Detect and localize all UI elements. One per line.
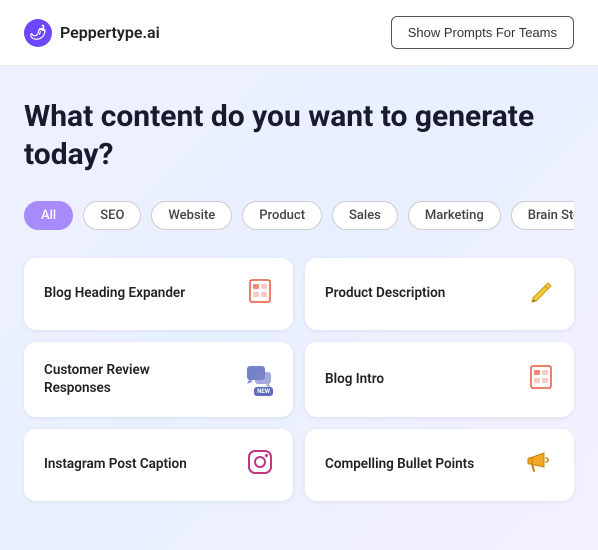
card-title: Customer Review Responses [44,362,204,397]
app-header: 🌶 Peppertype.ai Show Prompts For Teams [0,0,598,66]
card-bullet-points[interactable]: Compelling Bullet Points [305,429,574,501]
card-blog-intro[interactable]: Blog Intro [305,342,574,417]
chat-icon: NEW [245,364,273,396]
card-customer-review[interactable]: Customer Review Responses NEW [24,342,293,417]
card-blog-heading[interactable]: Blog Heading Expander [24,258,293,330]
instagram-icon [247,449,273,481]
megaphone-icon [526,449,554,481]
logo-area: 🌶 Peppertype.ai [24,19,160,47]
card-title: Blog Intro [325,371,384,389]
show-teams-button[interactable]: Show Prompts For Teams [391,16,574,49]
document-icon [247,278,273,310]
card-title: Compelling Bullet Points [325,456,474,474]
card-title: Instagram Post Caption [44,456,187,474]
logo-text: Peppertype.ai [60,23,160,42]
filter-chip-sales[interactable]: Sales [332,201,398,230]
document-icon [528,364,554,396]
new-badge: NEW [254,387,273,396]
page-headline: What content do you want to generate tod… [24,98,574,173]
card-instagram[interactable]: Instagram Post Caption [24,429,293,501]
card-product-desc[interactable]: Product Description [305,258,574,330]
filter-chip-product[interactable]: Product [242,201,322,230]
card-title: Product Description [325,285,445,303]
logo-icon: 🌶 [24,19,52,47]
pencil-icon [528,278,554,310]
filter-bar: All SEO Website Product Sales Marketing … [24,201,574,234]
filter-chip-all[interactable]: All [24,201,73,230]
card-title: Blog Heading Expander [44,285,185,303]
filter-chip-website[interactable]: Website [151,201,232,230]
filter-chip-marketing[interactable]: Marketing [408,201,501,230]
cards-grid: Blog Heading Expander Product Descriptio… [24,258,574,501]
filter-chip-seo[interactable]: SEO [83,201,141,230]
filter-chip-brain-storming[interactable]: Brain Storming [511,201,574,230]
main-content: What content do you want to generate tod… [0,66,598,521]
